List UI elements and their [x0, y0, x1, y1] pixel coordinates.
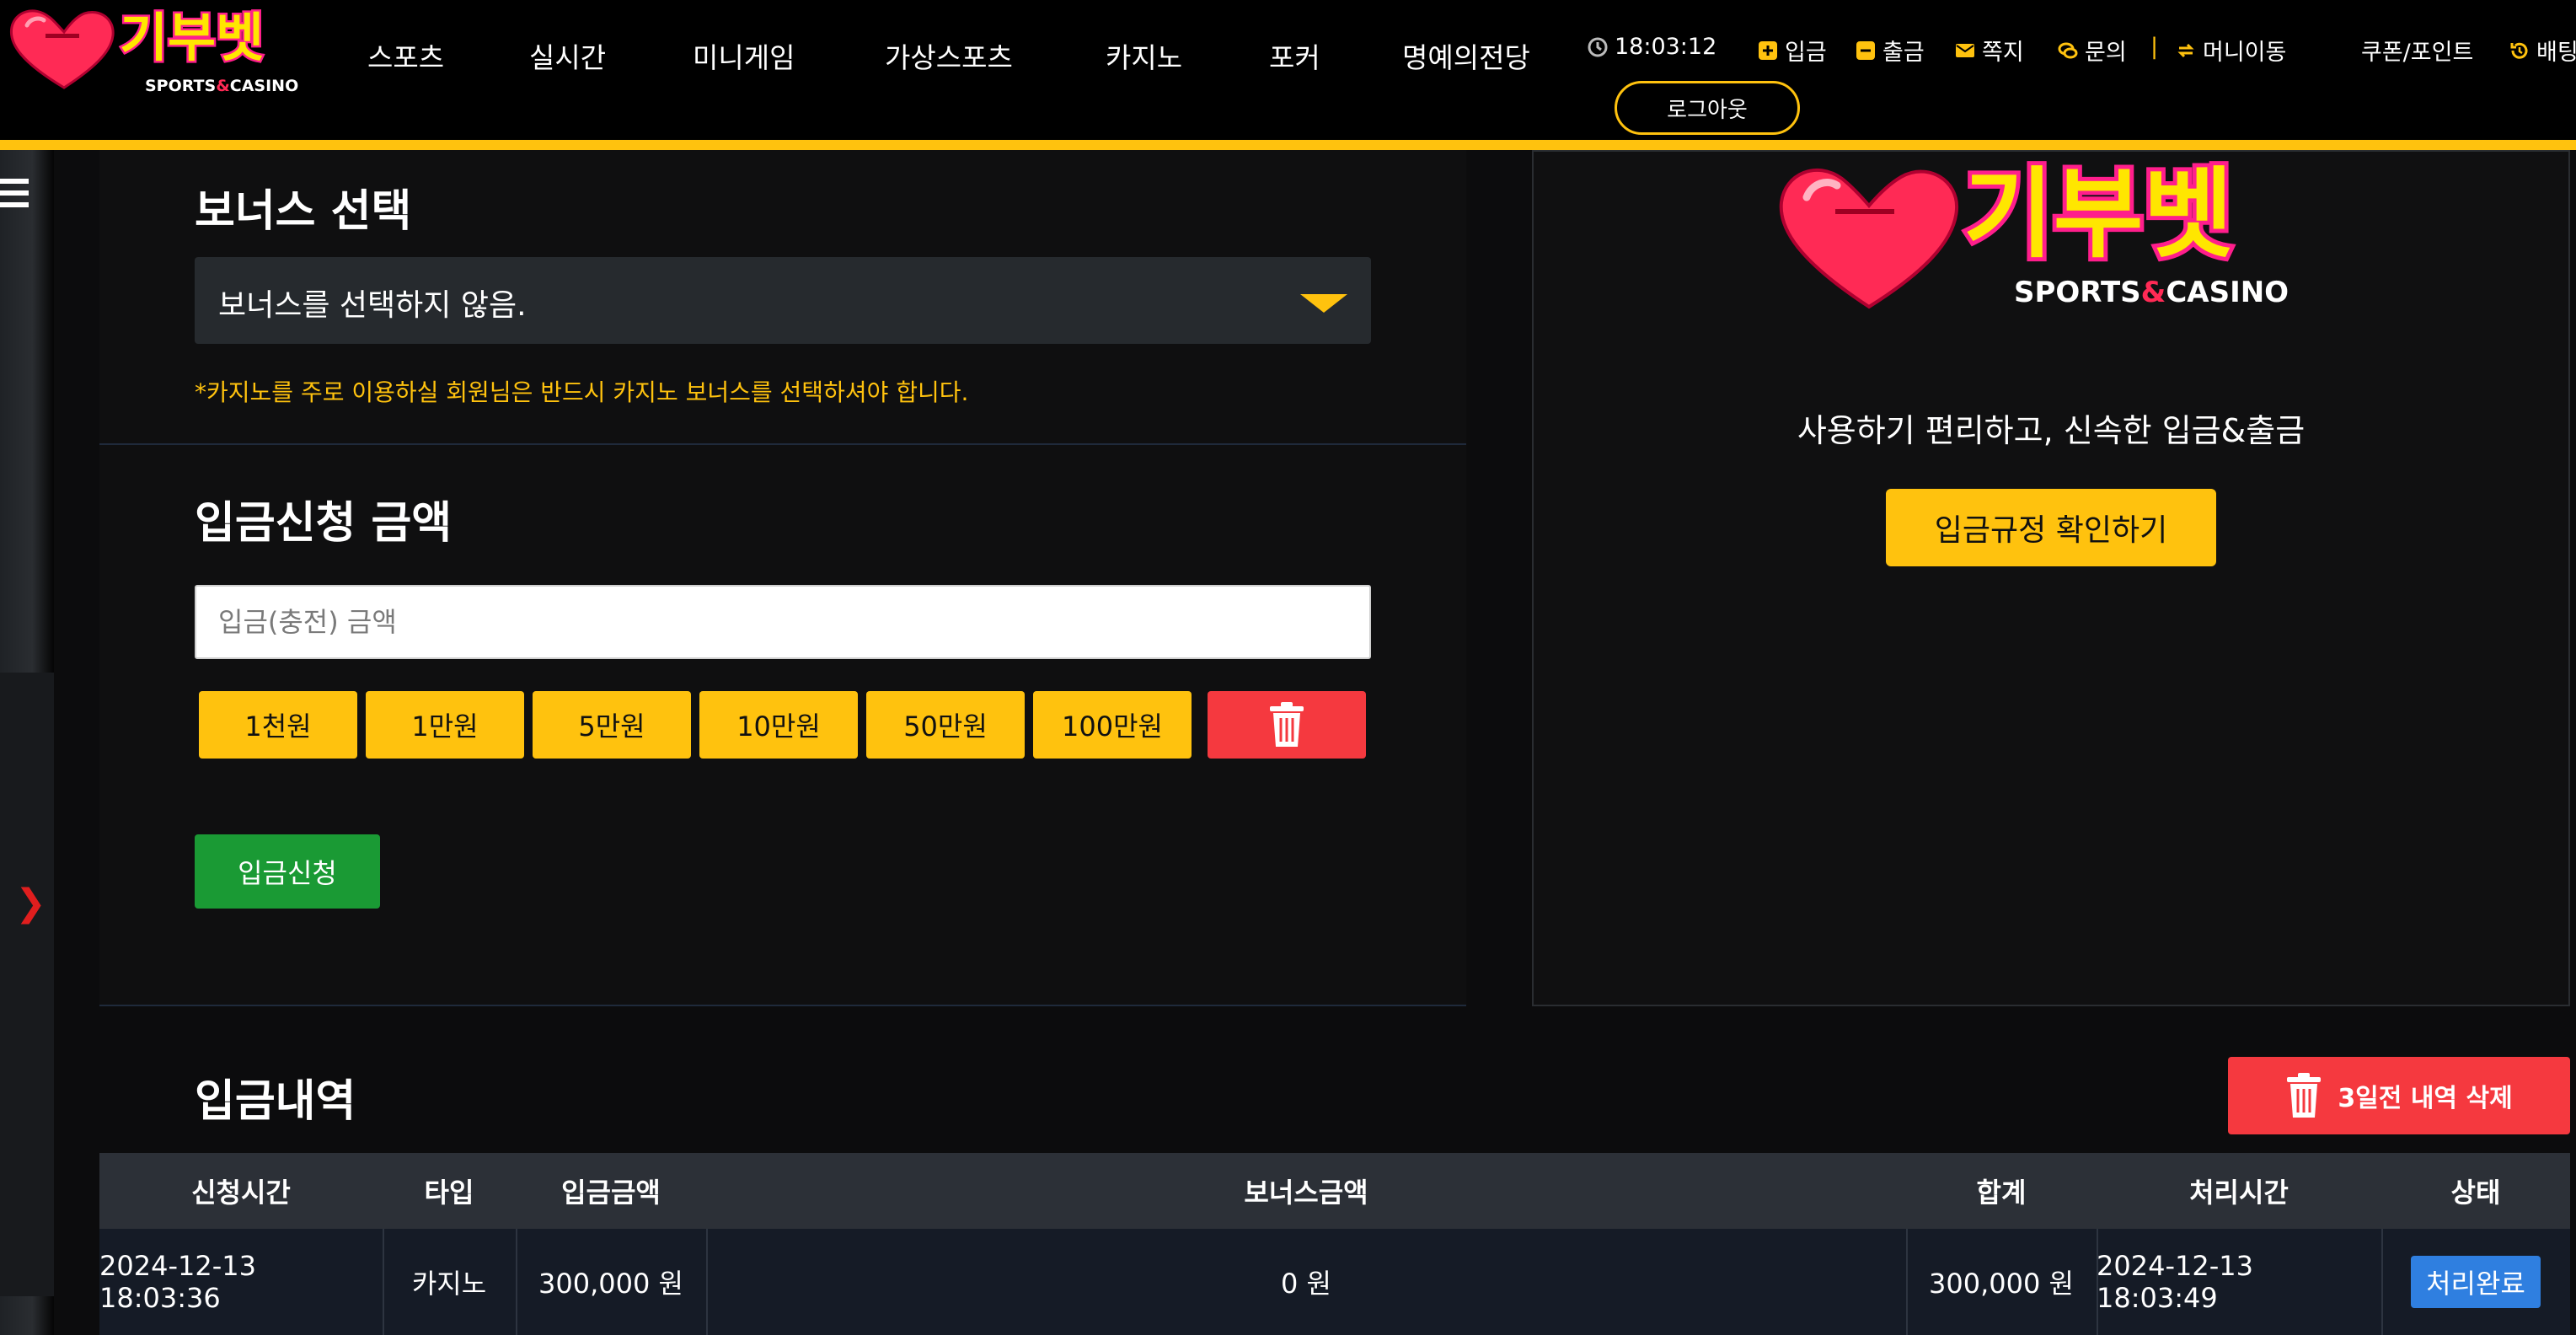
history-title: 입금내역: [195, 1076, 356, 1127]
nav-hall-of-fame[interactable]: 명예의전당: [1402, 35, 1530, 76]
quick-amount-1m[interactable]: 100만원: [1033, 691, 1192, 759]
brand-name: 기부벳: [120, 7, 264, 68]
delete-old-history-button[interactable]: 3일전 내역 삭제: [2228, 1057, 2570, 1134]
clock: 18:03:12: [1588, 34, 1716, 60]
brand-name-large: 기부벳: [1963, 158, 2233, 271]
cell-processed-time: 2024-12-13 18:03:49: [2097, 1250, 2253, 1314]
col-requested-time: 신청시간: [191, 1177, 291, 1209]
section-divider-bottom: [99, 1005, 1466, 1006]
side-drawer-strip: [0, 150, 54, 1335]
message-label: 쪽지: [1982, 40, 2024, 66]
message-link[interactable]: 쪽지: [1955, 34, 2024, 67]
brand-sub: SPORTS&CASINO: [145, 77, 298, 95]
bonus-notice: *카지노를 주로 이용하실 회원님은 반드시 카지노 보너스를 선택하셔야 합니…: [195, 378, 969, 406]
quick-amount-50k[interactable]: 5만원: [533, 691, 691, 759]
cell-type: 카지노: [411, 1268, 487, 1300]
section-divider: [99, 443, 1466, 445]
quick-amount-10k[interactable]: 1만원: [366, 691, 524, 759]
nav-sports[interactable]: 스포츠: [367, 35, 444, 76]
quick-amount-100k[interactable]: 10만원: [699, 691, 858, 759]
nav-virtual-sports[interactable]: 가상스포츠: [885, 35, 1013, 76]
chat-icon: [2058, 42, 2078, 58]
chevron-down-icon: [1300, 294, 1347, 313]
col-status: 상태: [2450, 1177, 2501, 1209]
menu-icon[interactable]: [0, 179, 30, 214]
clock-time: 18:03:12: [1615, 34, 1717, 60]
quick-amount-500k[interactable]: 50만원: [866, 691, 1025, 759]
inquiry-link[interactable]: 문의: [2058, 34, 2127, 67]
brand-logo[interactable]: 기부벳 SPORTS&CASINO: [5, 3, 317, 98]
header-accent-line: [0, 140, 2576, 150]
trash-icon: [2287, 1073, 2322, 1118]
money-move-label: 머니이동: [2203, 40, 2287, 66]
nav-minigame[interactable]: 미니게임: [693, 35, 795, 76]
clear-amount-button[interactable]: [1208, 691, 1366, 759]
history-icon: [2510, 42, 2528, 59]
nav-poker[interactable]: 포커: [1269, 35, 1320, 76]
col-amount: 입금금액: [561, 1177, 661, 1209]
money-move-link[interactable]: 머니이동: [2176, 34, 2286, 67]
cell-requested-time: 2024-12-13 18:03:36: [99, 1250, 256, 1314]
nav-casino[interactable]: 카지노: [1106, 35, 1182, 76]
table-row: 2024-12-13 18:03:36 카지노 300,000 원 0 원 30…: [99, 1229, 2570, 1335]
deposit-rules-button[interactable]: 입금규정 확인하기: [1886, 489, 2216, 566]
exchange-icon: [2177, 43, 2194, 57]
inquiry-label: 문의: [2085, 40, 2127, 66]
minus-square-icon: [1856, 40, 1875, 60]
deposit-amount-input[interactable]: [195, 585, 1371, 659]
col-total: 합계: [1976, 1177, 2027, 1209]
logout-button[interactable]: 로그아웃: [1615, 81, 1800, 135]
cell-total: 300,000 원: [1929, 1268, 2074, 1300]
withdraw-label: 출금: [1882, 40, 1925, 66]
info-tagline: 사용하기 편리하고, 신속한 입금&출금: [1797, 412, 2306, 449]
cell-bonus: 0 원: [1281, 1268, 1331, 1300]
col-bonus: 보너스금액: [1244, 1177, 1368, 1209]
plus-square-icon: [1759, 40, 1777, 60]
cell-status: 처리완료: [2381, 1229, 2570, 1335]
nav-live[interactable]: 실시간: [529, 35, 606, 76]
bonus-title: 보너스 선택: [195, 186, 412, 237]
withdraw-link[interactable]: 출금: [1856, 34, 1925, 67]
status-badge: 처리완료: [2411, 1256, 2541, 1308]
envelope-icon: [1956, 43, 1974, 57]
betting-history-label: 배팅: [2536, 40, 2576, 66]
history-table-header: 신청시간 타입 입금금액 보너스금액 합계 처리시간 상태: [99, 1153, 2570, 1229]
col-type: 타입: [424, 1177, 474, 1209]
delete-old-history-label: 3일전 내역 삭제: [2338, 1084, 2513, 1113]
cell-amount: 300,000 원: [538, 1268, 683, 1300]
deposit-submit-button[interactable]: 입금신청: [195, 834, 380, 909]
deposit-label: 입금: [1785, 40, 1827, 66]
trash-icon: [1270, 702, 1304, 747]
brand-logo-large: 기부벳 SPORTS&CASINO: [1779, 153, 2289, 309]
bonus-select[interactable]: 보너스를 선택하지 않음.: [195, 257, 1371, 344]
bonus-selected-value: 보너스를 선택하지 않음.: [218, 288, 527, 323]
clock-icon: [1588, 37, 1608, 56]
topbar-separator: |: [2150, 34, 2159, 60]
col-processed-time: 처리시간: [2189, 1177, 2289, 1209]
quick-amount-1k[interactable]: 1천원: [199, 691, 357, 759]
top-header: 기부벳 SPORTS&CASINO 스포츠 실시간 미니게임 가상스포츠 카지노…: [0, 0, 2576, 140]
chevron-right-icon[interactable]: ❯: [15, 882, 46, 925]
deposit-amount-title: 입금신청 금액: [195, 498, 453, 549]
brand-sub-large: SPORTS&CASINO: [2014, 276, 2289, 309]
coupon-point-link[interactable]: 쿠폰/포인트: [2361, 34, 2473, 67]
deposit-link[interactable]: 입금: [1758, 34, 1827, 67]
betting-history-link[interactable]: 배팅: [2509, 34, 2576, 67]
